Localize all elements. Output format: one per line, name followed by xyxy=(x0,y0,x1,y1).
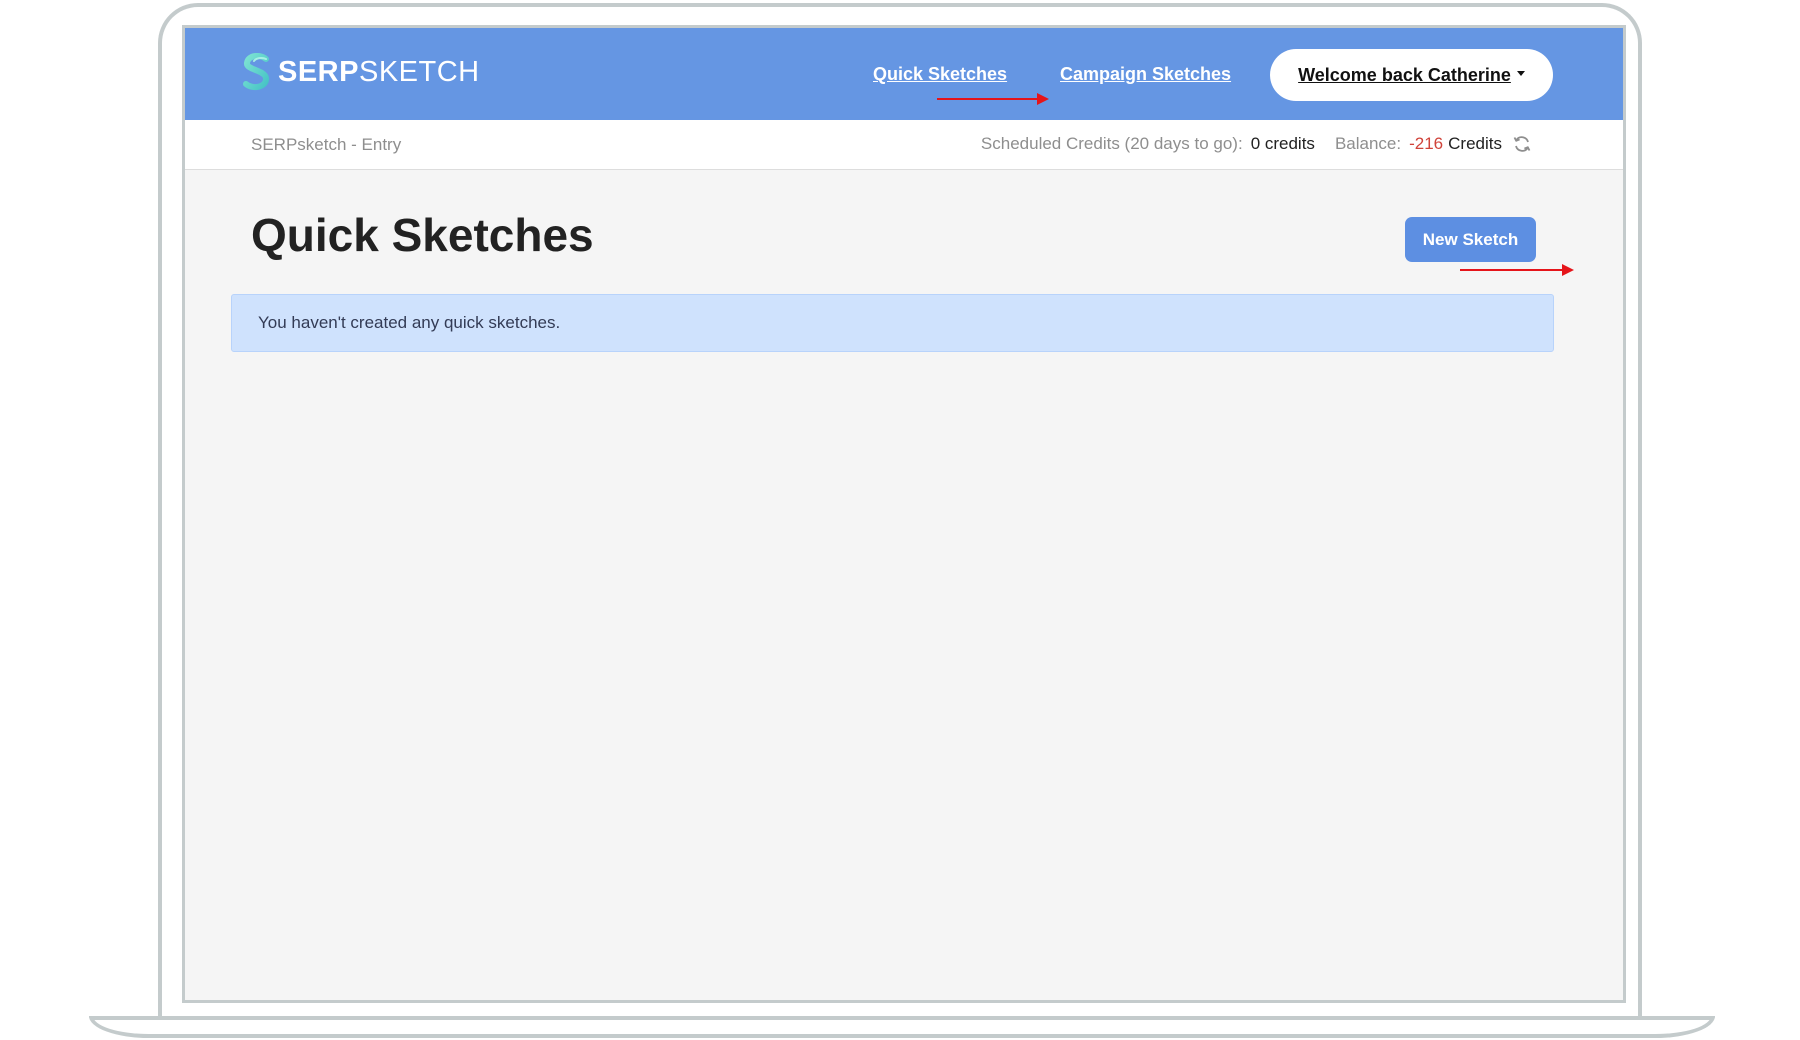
account-status-bar: SERPsketch - Entry Scheduled Credits (20… xyxy=(185,120,1623,170)
brand-logo[interactable]: SERPSKETCH xyxy=(242,52,480,92)
new-sketch-button[interactable]: New Sketch xyxy=(1405,217,1536,262)
nav-campaign-sketches[interactable]: Campaign Sketches xyxy=(1060,64,1231,85)
brand-name-bold: SERP xyxy=(278,55,359,88)
app-window: SERPSKETCH Quick Sketches Campaign Sketc… xyxy=(182,25,1626,1003)
annotation-arrow-button xyxy=(1460,264,1574,276)
balance-label: Balance: xyxy=(1334,134,1402,153)
caret-down-icon xyxy=(1516,71,1525,76)
user-menu-button[interactable]: Welcome back Catherine xyxy=(1270,49,1553,101)
serpsketch-logo-icon xyxy=(242,53,272,91)
balance-value: -216 xyxy=(1409,134,1444,153)
scheduled-credits-label: Scheduled Credits (20 days to go): xyxy=(980,134,1243,153)
account-plan-label: SERPsketch - Entry xyxy=(251,135,402,154)
balance-unit: Credits xyxy=(1448,134,1502,153)
brand-name: SERPSKETCH xyxy=(278,56,480,89)
user-menu-label: Welcome back Catherine xyxy=(1298,64,1511,85)
refresh-icon[interactable] xyxy=(1512,134,1532,154)
scheduled-credits-value: 0 credits xyxy=(1250,134,1315,153)
brand-name-light: SKETCH xyxy=(358,55,480,88)
empty-state-message: You haven't created any quick sketches. xyxy=(258,313,561,332)
credits-info: Scheduled Credits (20 days to go): 0 cre… xyxy=(981,134,1532,154)
empty-state-alert: You haven't created any quick sketches. xyxy=(231,294,1554,352)
annotation-arrow-nav xyxy=(937,93,1049,105)
laptop-base xyxy=(89,1016,1715,1038)
top-navigation-bar: SERPSKETCH Quick Sketches Campaign Sketc… xyxy=(185,28,1623,120)
page-title: Quick Sketches xyxy=(251,209,594,261)
nav-quick-sketches[interactable]: Quick Sketches xyxy=(873,64,1007,85)
